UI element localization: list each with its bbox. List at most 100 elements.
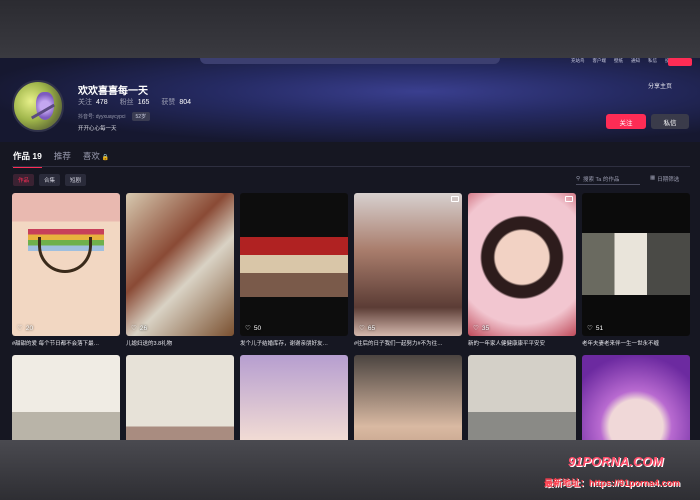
profile-page: 充站鸟 客户端 壁纸 通知 私信 投稿 欢欢喜喜每一天 关注 478 粉丝165 … bbox=[0, 58, 700, 440]
nav-link[interactable]: 客户端 bbox=[593, 58, 607, 64]
search-icon: ⚲ bbox=[576, 176, 581, 182]
stat-label: 关注 bbox=[78, 99, 92, 106]
account-id: 抖音号: dyyxuaycypci bbox=[78, 114, 126, 120]
stat-value: 478 bbox=[96, 99, 108, 106]
like-count: ♡ 26 bbox=[131, 324, 148, 333]
video-thumbnail: ♡ 51 bbox=[582, 193, 690, 336]
stat-followers[interactable]: 粉丝 165 bbox=[120, 97, 150, 107]
profile-name: 欢欢喜喜每一天 bbox=[78, 86, 148, 97]
search-placeholder: 搜索 Ta 的作品 bbox=[583, 177, 620, 183]
filter-collections[interactable]: 合集 bbox=[39, 174, 61, 186]
like-value: 20 bbox=[25, 324, 34, 332]
like-count: ♡ 50 bbox=[245, 324, 262, 333]
heart-icon: ♡ bbox=[245, 325, 251, 332]
video-card[interactable]: ♡ 65 #往后的日子我们一起努力#不为往… bbox=[354, 193, 462, 347]
like-value: 35 bbox=[481, 324, 490, 332]
tab-label: 喜欢 bbox=[82, 151, 100, 161]
tab-label: 推荐 bbox=[53, 151, 71, 161]
video-thumbnail: ♡ 20 bbox=[12, 193, 120, 336]
sub-filters: 作品 合集 短剧 bbox=[13, 174, 87, 186]
profile-banner: 充站鸟 客户端 壁纸 通知 私信 投稿 欢欢喜喜每一天 关注 478 粉丝165 … bbox=[0, 58, 700, 142]
nav-link[interactable]: 壁纸 bbox=[614, 58, 623, 64]
like-count: ♡ 20 bbox=[17, 324, 34, 333]
top-nav: 充站鸟 客户端 壁纸 通知 私信 投稿 bbox=[571, 58, 674, 64]
profile-bio: 开开心心每一天 bbox=[78, 126, 117, 132]
calendar-icon: ▦ bbox=[650, 175, 656, 181]
video-caption: 老年夫妻老来伴一生一世永不缠 bbox=[582, 341, 660, 347]
like-count: ♡ 35 bbox=[473, 324, 490, 333]
stat-label: 粉丝 bbox=[119, 99, 134, 106]
upload-button[interactable] bbox=[668, 58, 692, 66]
video-caption: #甜甜的爱 每个节日都不会落下最… bbox=[12, 341, 100, 347]
video-caption: 新的一年家人健健康康平平安安 bbox=[468, 341, 546, 347]
share-profile-button[interactable]: 分享主页 bbox=[648, 81, 672, 90]
like-value: 26 bbox=[139, 324, 148, 332]
heart-icon: ♡ bbox=[473, 325, 479, 332]
video-thumbnail: ♡ 35 bbox=[468, 193, 576, 336]
message-button[interactable]: 私信 bbox=[651, 114, 689, 129]
video-card[interactable] bbox=[240, 355, 348, 440]
nav-link[interactable]: 通知 bbox=[631, 58, 640, 64]
filter-works[interactable]: 作品 bbox=[13, 174, 35, 186]
video-thumbnail bbox=[354, 355, 462, 440]
nav-link[interactable]: 私信 bbox=[648, 58, 657, 64]
video-card[interactable]: ♡ 51 老年夫妻老来伴一生一世永不缠 bbox=[582, 193, 690, 347]
indoor-scene-shape bbox=[582, 233, 690, 295]
avatar[interactable] bbox=[12, 80, 64, 132]
video-card[interactable]: ♡ 20 #甜甜的爱 每个节日都不会落下最… bbox=[12, 193, 120, 347]
stat-value: 165 bbox=[137, 99, 150, 106]
video-thumbnail bbox=[12, 355, 120, 440]
tab-label: 作品 19 bbox=[13, 151, 42, 161]
stat-value: 804 bbox=[179, 99, 192, 106]
pinned-icon bbox=[565, 196, 573, 202]
video-thumbnail: ♡ 50 bbox=[240, 193, 348, 336]
date-filter-button[interactable]: ▦ 日期筛选 bbox=[650, 175, 679, 183]
video-card[interactable] bbox=[354, 355, 462, 440]
bottom-bezel bbox=[0, 440, 700, 500]
watermark-logo: 91PORNA.COM bbox=[568, 454, 664, 469]
video-caption: #往后的日子我们一起努力#不为往… bbox=[354, 341, 443, 347]
video-caption: 儿媳妇送的3.8礼物 bbox=[126, 341, 173, 347]
like-count: ♡ 51 bbox=[587, 324, 604, 333]
like-value: 50 bbox=[253, 324, 262, 332]
top-bezel bbox=[0, 0, 700, 58]
stat-likes: 获赞 804 bbox=[161, 97, 191, 107]
filter-short-drama[interactable]: 短剧 bbox=[65, 174, 87, 186]
video-card[interactable] bbox=[468, 355, 576, 440]
age-badge: 52岁 bbox=[131, 112, 151, 121]
video-card[interactable]: ♡ 50 发个儿子结婚库存，谢谢亲朋好友… bbox=[240, 193, 348, 347]
follow-button[interactable]: 关注 bbox=[606, 114, 646, 129]
profile-meta: 抖音号: dyyxuaycypci 52岁 bbox=[78, 112, 151, 121]
video-thumbnail: ♡ 65 bbox=[354, 193, 462, 336]
date-filter-label: 日期筛选 bbox=[657, 177, 680, 183]
heart-icon: ♡ bbox=[359, 325, 365, 332]
tab-divider bbox=[12, 166, 690, 167]
like-count: ♡ 65 bbox=[359, 324, 376, 333]
stat-following[interactable]: 关注 478 bbox=[78, 97, 108, 107]
watermark-url: 最新地址：https://91porna4.com bbox=[544, 478, 681, 488]
pinned-icon bbox=[451, 196, 459, 202]
nav-link[interactable]: 充站鸟 bbox=[571, 58, 585, 64]
video-caption: 发个儿子结婚库存，谢谢亲朋好友… bbox=[240, 341, 329, 347]
video-thumbnail bbox=[582, 355, 690, 440]
video-thumbnail bbox=[240, 355, 348, 440]
like-value: 51 bbox=[595, 324, 604, 332]
video-card[interactable]: ♡ 26 儿媳妇送的3.8礼物 bbox=[126, 193, 234, 347]
search-input[interactable]: ⚲ 搜索 Ta 的作品 bbox=[576, 174, 640, 185]
video-card[interactable]: ♡ 35 新的一年家人健健康康平平安安 bbox=[468, 193, 576, 347]
smiley-shape bbox=[38, 237, 92, 273]
stat-label: 获赞 bbox=[161, 99, 176, 106]
video-thumbnail bbox=[468, 355, 576, 440]
video-thumbnail: ♡ 26 bbox=[126, 193, 234, 336]
heart-icon: ♡ bbox=[587, 325, 593, 332]
heart-icon: ♡ bbox=[131, 325, 137, 332]
heart-icon: ♡ bbox=[17, 325, 23, 332]
lock-icon: 🔒 bbox=[101, 155, 110, 161]
profile-stats: 关注 478 粉丝 165 获赞 804 bbox=[78, 97, 191, 107]
video-card[interactable] bbox=[582, 355, 690, 440]
video-thumbnail bbox=[126, 355, 234, 440]
video-card[interactable] bbox=[126, 355, 234, 440]
like-value: 65 bbox=[367, 324, 376, 332]
video-card[interactable] bbox=[12, 355, 120, 440]
wedding-scene-shape bbox=[240, 237, 348, 297]
